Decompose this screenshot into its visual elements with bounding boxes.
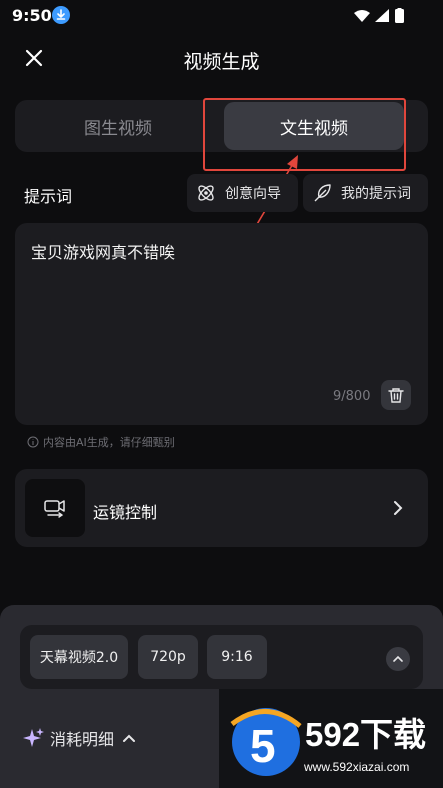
tab-image-to-video[interactable]: 图生视频 xyxy=(15,100,221,152)
clear-prompt-button[interactable] xyxy=(381,380,411,410)
feather-icon xyxy=(314,184,331,202)
creative-guide-button[interactable]: 创意向导 xyxy=(187,174,298,212)
resolution-option[interactable]: 720p xyxy=(138,635,198,679)
my-prompts-label: 我的提示词 xyxy=(341,186,411,202)
chevron-up-icon xyxy=(393,655,403,662)
page-title: 视频生成 xyxy=(183,51,260,73)
my-prompts-button[interactable]: 我的提示词 xyxy=(303,174,428,212)
camera-icon-box xyxy=(25,479,85,537)
prompt-text[interactable]: 宝贝游戏网真不错唉 xyxy=(31,239,175,263)
wifi-icon xyxy=(354,10,370,22)
prompt-label: 提示词 xyxy=(24,187,73,206)
collapse-options-button[interactable] xyxy=(386,647,410,671)
info-icon xyxy=(27,436,39,448)
chevron-right-icon xyxy=(394,501,403,515)
battery-icon xyxy=(395,9,404,23)
cost-details-label: 消耗明细 xyxy=(50,730,115,749)
cost-details-toggle[interactable]: 消耗明细 xyxy=(22,726,142,750)
status-time: 9:50 xyxy=(12,6,52,25)
ai-disclaimer-text: 内容由AI生成，请仔细甄别 xyxy=(43,436,175,449)
creative-guide-label: 创意向导 xyxy=(225,186,281,202)
download-icon xyxy=(52,6,70,24)
chevron-up-icon xyxy=(123,734,136,742)
watermark-text: 592下载 xyxy=(305,716,427,753)
sparkle-icon xyxy=(23,728,44,747)
watermark-logo-digit: 5 xyxy=(250,720,276,772)
model-option[interactable]: 天幕视频2.0 xyxy=(30,635,128,679)
ratio-option[interactable]: 9:16 xyxy=(207,635,267,679)
watermark-logo-icon: 5 xyxy=(230,708,302,776)
ai-disclaimer: 内容由AI生成，请仔细甄别 xyxy=(27,434,175,450)
char-counter: 9/800 xyxy=(333,389,371,404)
system-icons xyxy=(353,8,413,24)
trash-icon xyxy=(388,388,404,403)
camera-move-icon xyxy=(44,500,65,518)
watermark-url: www.592xiazai.com xyxy=(304,760,410,774)
signal-icon xyxy=(375,9,389,22)
camera-control-label: 运镜控制 xyxy=(93,503,158,522)
atom-icon xyxy=(198,185,214,201)
